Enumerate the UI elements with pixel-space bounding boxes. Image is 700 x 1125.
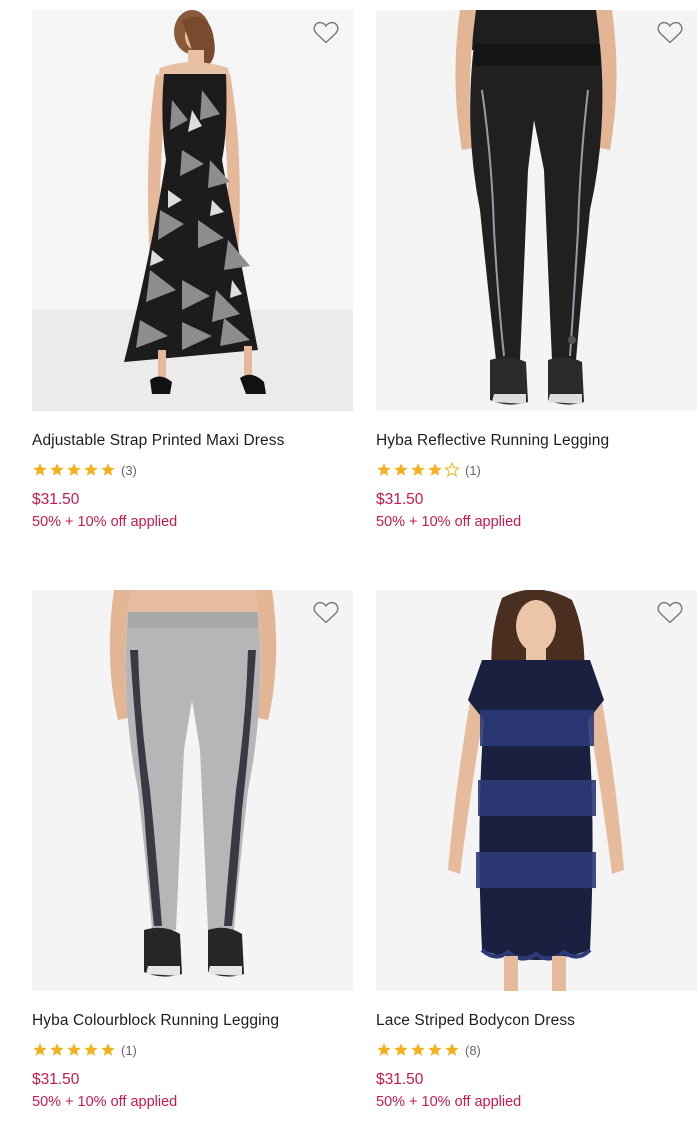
star-filled-icon bbox=[377, 463, 391, 476]
star-rating bbox=[376, 1042, 461, 1058]
star-filled-icon bbox=[101, 1043, 115, 1056]
star-filled-icon bbox=[428, 463, 442, 476]
lace-dress-photo bbox=[376, 590, 697, 991]
discount-text: 50% + 10% off applied bbox=[32, 1094, 178, 1110]
product-title[interactable]: Lace Striped Bodycon Dress bbox=[376, 1010, 698, 1032]
product-image[interactable] bbox=[32, 590, 353, 991]
product-price: $31.50 bbox=[376, 1071, 424, 1088]
heart-outline-icon[interactable] bbox=[313, 601, 339, 625]
star-filled-icon bbox=[50, 1043, 64, 1056]
product-card[interactable]: Lace Striped Bodycon Dress (8) $31.50 50… bbox=[376, 590, 698, 1112]
star-rating bbox=[32, 462, 117, 478]
maxi-dress-photo bbox=[32, 10, 353, 411]
product-card[interactable]: Adjustable Strap Printed Maxi Dress (3) … bbox=[32, 10, 354, 532]
star-filled-icon bbox=[84, 1043, 98, 1056]
star-rating bbox=[376, 462, 461, 478]
star-filled-icon bbox=[377, 1043, 391, 1056]
product-rating: (1) bbox=[376, 460, 698, 480]
product-rating: (1) bbox=[32, 1040, 354, 1060]
discount-text: 50% + 10% off applied bbox=[32, 514, 178, 530]
star-filled-icon bbox=[445, 1043, 459, 1056]
product-price: $31.50 bbox=[32, 491, 80, 508]
star-filled-icon bbox=[411, 1043, 425, 1056]
product-rating: (3) bbox=[32, 460, 354, 480]
star-filled-icon bbox=[101, 463, 115, 476]
star-filled-icon bbox=[50, 463, 64, 476]
review-count[interactable]: (1) bbox=[121, 1043, 137, 1058]
reflective-legging-photo bbox=[376, 10, 697, 411]
discount-text: 50% + 10% off applied bbox=[376, 1094, 522, 1110]
colourblock-legging-photo bbox=[32, 590, 353, 991]
star-filled-icon bbox=[394, 463, 408, 476]
star-filled-icon bbox=[84, 463, 98, 476]
product-image[interactable] bbox=[376, 10, 697, 411]
product-price: $31.50 bbox=[32, 1071, 80, 1088]
star-filled-icon bbox=[33, 463, 47, 476]
product-card[interactable]: Hyba Reflective Running Legging (1) $31.… bbox=[376, 10, 698, 532]
product-title[interactable]: Adjustable Strap Printed Maxi Dress bbox=[32, 430, 354, 452]
product-title[interactable]: Hyba Reflective Running Legging bbox=[376, 430, 698, 452]
product-grid: Adjustable Strap Printed Maxi Dress (3) … bbox=[0, 0, 700, 1125]
product-rating: (8) bbox=[376, 1040, 698, 1060]
product-title[interactable]: Hyba Colourblock Running Legging bbox=[32, 1010, 354, 1032]
star-filled-icon bbox=[411, 463, 425, 476]
star-filled-icon bbox=[67, 463, 81, 476]
star-empty-icon bbox=[444, 462, 460, 477]
star-filled-icon bbox=[67, 1043, 81, 1056]
product-image[interactable] bbox=[376, 590, 697, 991]
product-card[interactable]: Hyba Colourblock Running Legging (1) $31… bbox=[32, 590, 354, 1112]
heart-outline-icon[interactable] bbox=[657, 21, 683, 45]
heart-outline-icon[interactable] bbox=[657, 601, 683, 625]
star-filled-icon bbox=[394, 1043, 408, 1056]
star-rating bbox=[32, 1042, 117, 1058]
star-filled-icon bbox=[33, 1043, 47, 1056]
heart-outline-icon[interactable] bbox=[313, 21, 339, 45]
star-filled-icon bbox=[428, 1043, 442, 1056]
review-count[interactable]: (8) bbox=[465, 1043, 481, 1058]
discount-text: 50% + 10% off applied bbox=[376, 514, 522, 530]
product-price: $31.50 bbox=[376, 491, 424, 508]
review-count[interactable]: (3) bbox=[121, 463, 137, 478]
review-count[interactable]: (1) bbox=[465, 463, 481, 478]
product-image[interactable] bbox=[32, 10, 353, 411]
